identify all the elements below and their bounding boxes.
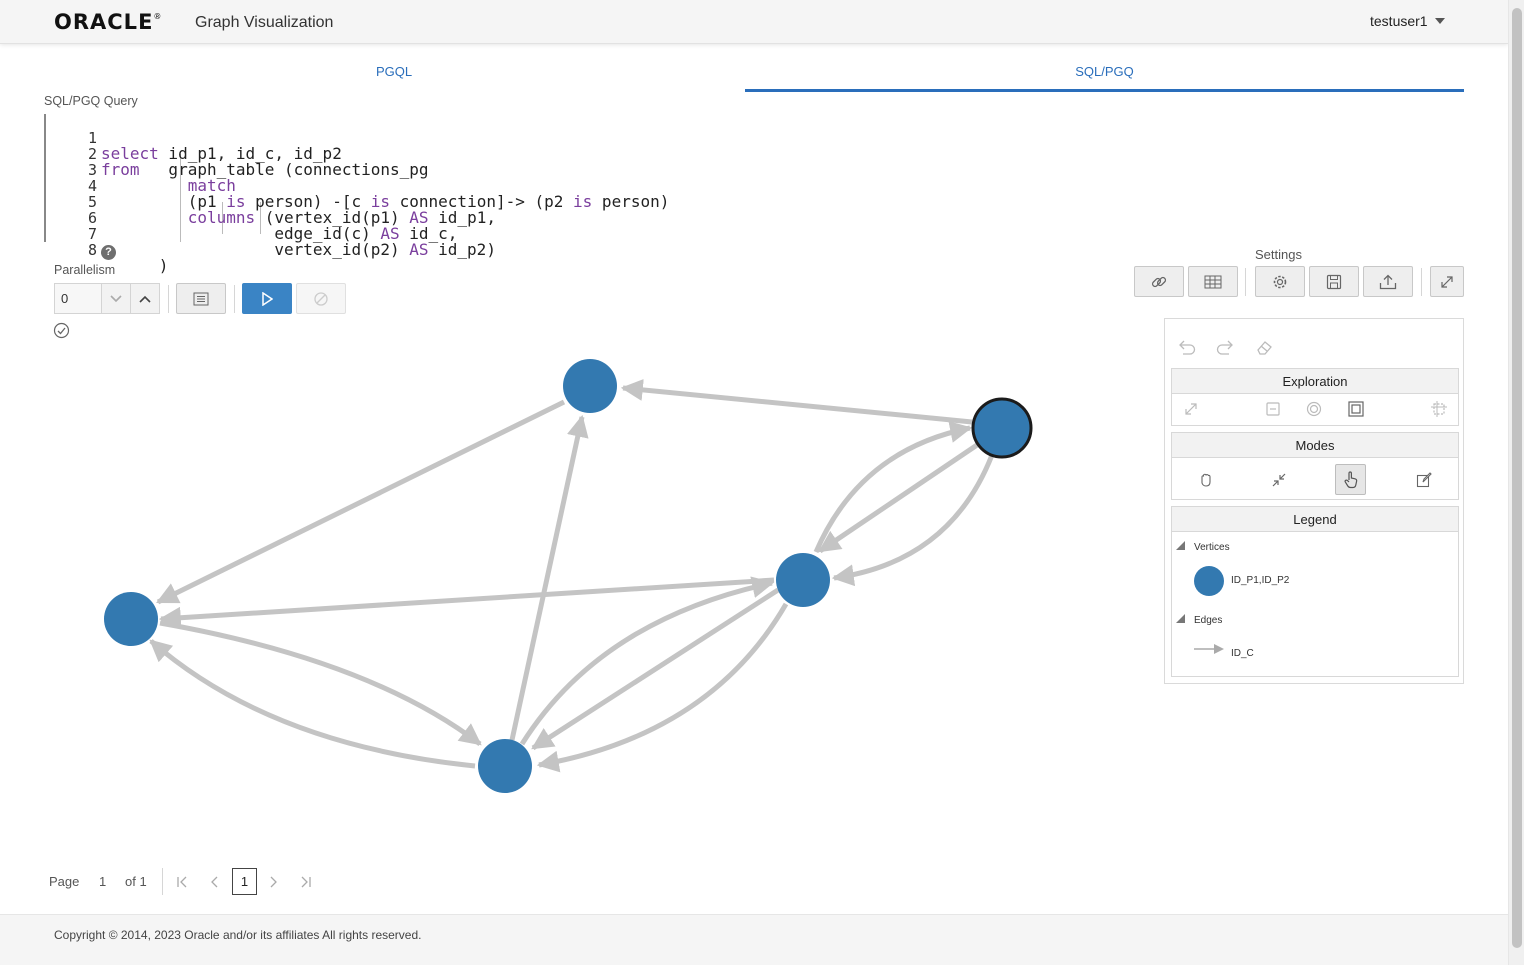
graph-edge[interactable] [519, 576, 775, 746]
legend-section: Legend Vertices ID_P1,ID_P2 Edges ID_C [1171, 506, 1459, 677]
exploration-header: Exploration [1172, 369, 1458, 394]
legend-edge-swatch [1194, 644, 1224, 654]
shrink-mode-button[interactable] [1263, 464, 1294, 495]
graph-edge[interactable] [156, 399, 566, 605]
undo-icon [1179, 340, 1196, 355]
modes-section: Modes [1171, 432, 1459, 500]
graph-edge[interactable] [818, 440, 982, 554]
fit-icon [1348, 401, 1364, 417]
copyright-text: Copyright © 2014, 2023 Oracle and/or its… [54, 928, 422, 942]
graph-vertex[interactable] [776, 553, 830, 607]
current-page-button[interactable]: 1 [232, 868, 257, 895]
collapse-button[interactable] [1261, 397, 1285, 421]
fullscreen-button[interactable] [1430, 266, 1464, 297]
graph-vertex[interactable] [478, 739, 532, 793]
graph-canvas[interactable] [0, 0, 1150, 860]
minus-box-icon [1266, 402, 1280, 416]
save-icon [1326, 274, 1342, 289]
graph-tools-panel: Exploration Modes Legend Vertices ID_P1,… [1164, 318, 1464, 684]
pointer-hand-icon [1343, 470, 1357, 488]
undo-button[interactable] [1175, 335, 1199, 359]
modes-header: Modes [1172, 433, 1458, 458]
expand-neighbors-button[interactable] [1179, 397, 1203, 421]
legend-vertices-label: Vertices [1194, 542, 1230, 553]
clear-button[interactable] [1252, 335, 1276, 359]
graph-edge[interactable] [831, 454, 995, 587]
legend-edges-label: Edges [1194, 615, 1223, 626]
graph-vertex-selected[interactable] [971, 397, 1033, 459]
next-page-icon[interactable] [267, 876, 279, 888]
collapse-triangle-icon[interactable] [1176, 541, 1185, 550]
export-button[interactable] [1363, 266, 1413, 297]
hand-icon [1200, 473, 1211, 487]
legend-edge-item: ID_C [1231, 648, 1254, 659]
legend-vertex-swatch [1194, 566, 1224, 596]
caret-down-icon[interactable] [1435, 18, 1445, 24]
focus-button[interactable] [1302, 397, 1326, 421]
divider [162, 868, 163, 895]
page-total: of 1 [125, 874, 147, 889]
page-label: Page [49, 874, 80, 889]
fit-to-screen-button[interactable] [1344, 397, 1368, 421]
pan-mode-button[interactable] [1190, 464, 1221, 495]
last-page-icon[interactable] [298, 876, 312, 888]
edit-mode-button[interactable] [1408, 464, 1439, 495]
app-window: ORACLE® Graph Visualization testuser1 PG… [0, 0, 1524, 965]
user-menu[interactable]: testuser1 [1370, 13, 1428, 29]
graph-vertex[interactable] [104, 592, 158, 646]
gear-icon [1273, 275, 1287, 288]
select-mode-button[interactable] [1335, 464, 1366, 495]
upload-icon [1379, 274, 1397, 289]
edit-icon [1416, 471, 1432, 487]
link-icon [1151, 276, 1167, 287]
settings-button[interactable] [1255, 266, 1305, 297]
graph-edge[interactable] [620, 378, 973, 425]
settings-label: Settings [1255, 247, 1302, 262]
expand-icon [1185, 403, 1197, 415]
divider [1245, 268, 1246, 296]
first-page-icon[interactable] [176, 876, 190, 888]
graph-edge[interactable] [813, 421, 973, 553]
collapse-arrows-icon [1272, 473, 1285, 486]
table-view-button[interactable] [1188, 266, 1238, 297]
previous-page-icon[interactable] [209, 876, 221, 888]
exploration-section: Exploration [1171, 368, 1459, 426]
save-button[interactable] [1309, 266, 1359, 297]
redo-button[interactable] [1213, 335, 1237, 359]
legend-header: Legend [1172, 507, 1458, 532]
group-button[interactable] [1427, 397, 1451, 421]
graph-edge[interactable] [531, 587, 780, 751]
vertical-scrollbar[interactable] [1508, 0, 1524, 965]
graph-vertex[interactable] [563, 359, 617, 413]
graph-edge[interactable] [509, 414, 589, 741]
legend-vertex-item: ID_P1,ID_P2 [1231, 575, 1290, 586]
group-icon [1431, 401, 1447, 417]
table-icon [1204, 275, 1222, 288]
expand-icon [1441, 275, 1453, 288]
graph-edge[interactable] [536, 602, 789, 773]
collapse-triangle-icon[interactable] [1176, 614, 1185, 623]
footer: Copyright © 2014, 2023 Oracle and/or its… [0, 914, 1508, 965]
page-number: 1 [99, 874, 107, 889]
redo-icon [1216, 340, 1233, 355]
target-icon [1306, 401, 1322, 417]
scrollbar-thumb[interactable] [1512, 8, 1522, 948]
eraser-icon [1257, 341, 1272, 355]
divider [1421, 268, 1422, 296]
